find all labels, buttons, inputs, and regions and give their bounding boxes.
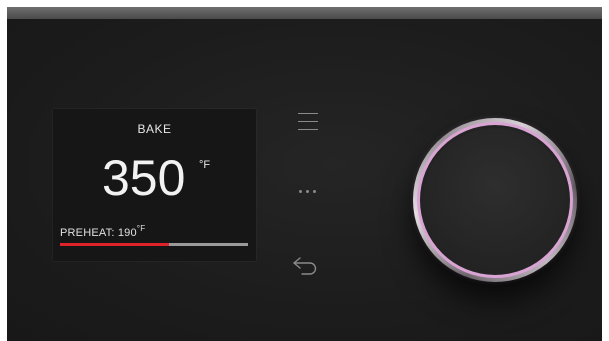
oven-control-panel: BAKE 350 °F PREHEAT: 190°F (7, 7, 602, 341)
temperature-display[interactable]: BAKE 350 °F PREHEAT: 190°F (53, 109, 256, 261)
preheat-progress-bar (60, 243, 248, 246)
preheat-label: PREHEAT: 190 (60, 227, 137, 239)
preheat-progress-fill (60, 243, 170, 246)
panel-top-edge (7, 7, 602, 19)
temperature-unit: °F (199, 159, 211, 171)
preheat-status: PREHEAT: 190°F (60, 224, 145, 239)
cook-mode-label: BAKE (137, 122, 172, 136)
back-button[interactable] (291, 253, 321, 279)
set-temperature: 350 (102, 150, 186, 206)
preheat-unit: °F (136, 224, 146, 233)
knob-face[interactable] (423, 128, 567, 272)
control-knob[interactable] (413, 118, 577, 282)
menu-button[interactable] (298, 113, 318, 137)
more-options-button[interactable] (293, 184, 323, 200)
back-icon (293, 257, 317, 275)
